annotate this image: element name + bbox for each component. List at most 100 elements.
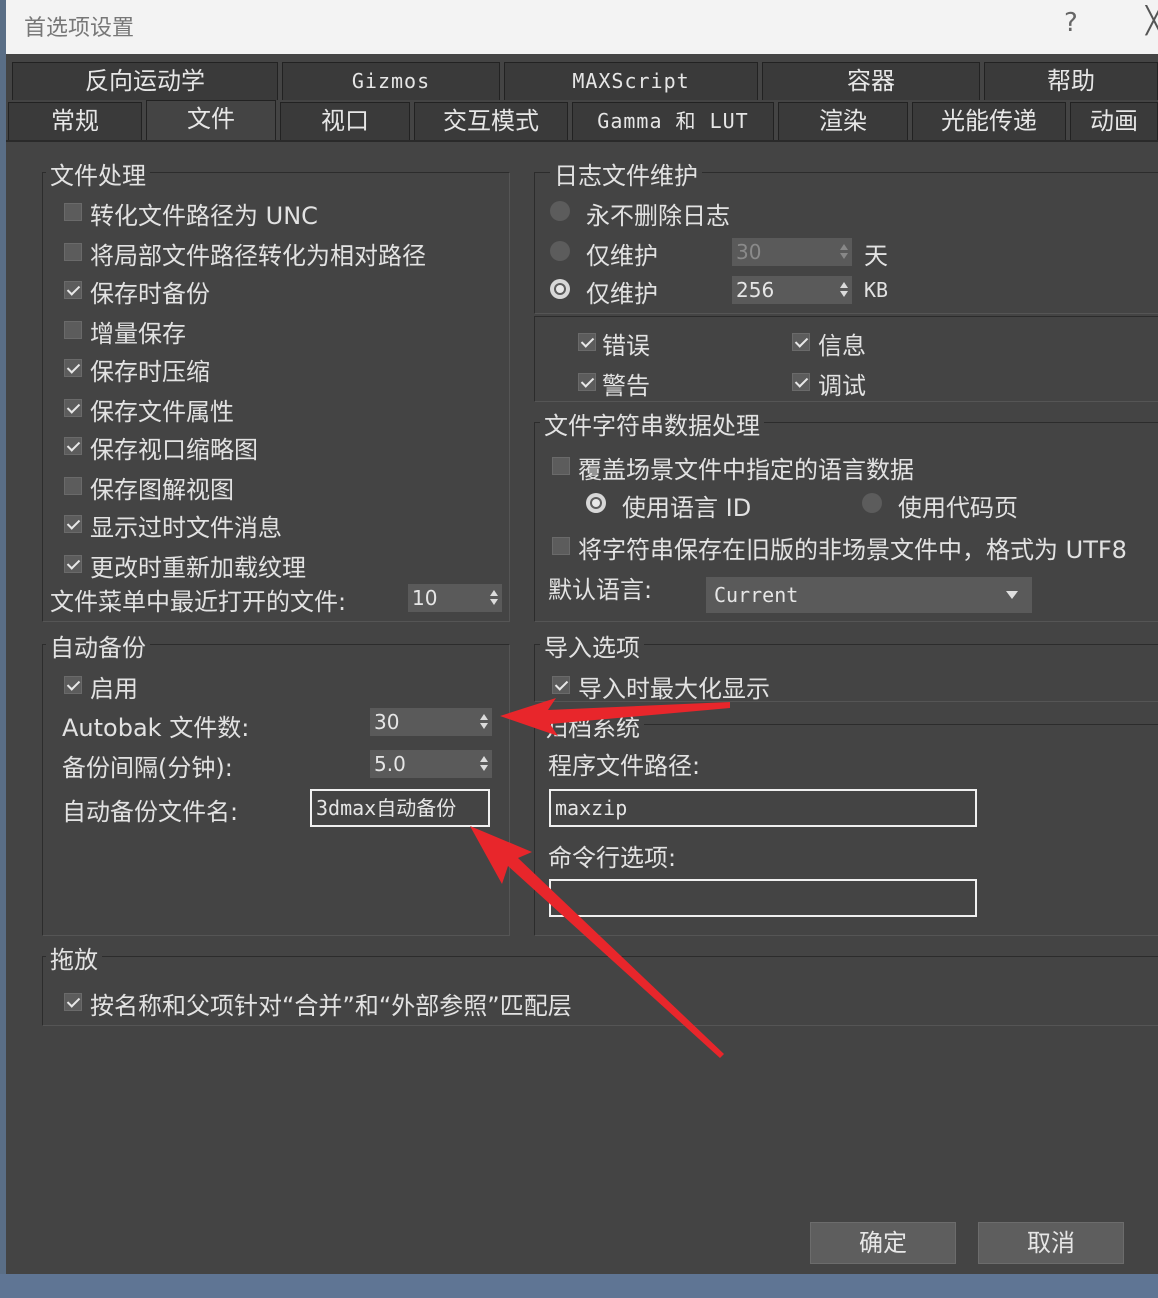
tab-ik[interactable]: 反向运动学	[12, 62, 278, 100]
label-save-viewport-thumbnail: 保存视口缩略图	[90, 436, 258, 464]
log-maintenance-title: 日志文件维护	[550, 156, 702, 191]
label-relative-paths: 将局部文件路径转化为相对路径	[90, 242, 426, 270]
desktop-background	[0, 1274, 1158, 1298]
keep-kb-spinner[interactable]: 256	[732, 276, 852, 304]
checkbox-maximize-on-import[interactable]	[552, 676, 570, 694]
checkbox-legacy-utf8[interactable]	[552, 537, 570, 555]
backup-interval-value: 5.0	[374, 752, 406, 776]
checkbox-match-layers[interactable]	[64, 993, 82, 1011]
label-save-file-properties: 保存文件属性	[90, 398, 234, 426]
label-command-line: 命令行选项:	[548, 844, 677, 872]
tab-interaction-mode[interactable]: 交互模式	[414, 102, 568, 140]
checkbox-incremental-save[interactable]	[64, 321, 82, 339]
radio-use-language-id[interactable]	[586, 493, 606, 513]
label-reload-textures: 更改时重新加载纹理	[90, 554, 306, 582]
checkbox-autobackup-enable[interactable]	[64, 676, 82, 694]
label-incremental-save: 增量保存	[90, 320, 186, 348]
window-title: 首选项设置	[24, 16, 135, 41]
tab-radiosity[interactable]: 光能传递	[912, 102, 1066, 140]
keep-days-value: 30	[736, 240, 762, 264]
tab-gizmos[interactable]: Gizmos	[282, 62, 500, 100]
ok-button[interactable]: 确定	[810, 1222, 956, 1264]
checkbox-save-file-properties[interactable]	[64, 399, 82, 417]
cancel-button[interactable]: 取消	[978, 1222, 1124, 1264]
tab-gamma-lut[interactable]: Gamma 和 LUT	[572, 102, 774, 140]
help-icon[interactable]: ?	[1064, 8, 1078, 38]
file-handling-title: 文件处理	[46, 156, 150, 191]
program-path-input[interactable]: maxzip	[549, 789, 977, 827]
checkbox-relative-paths[interactable]	[64, 243, 82, 261]
drag-drop-title: 拖放	[46, 940, 102, 975]
radio-keep-days[interactable]	[550, 241, 570, 261]
label-log-error: 错误	[602, 332, 650, 360]
label-maximize-on-import: 导入时最大化显示	[578, 675, 770, 703]
tab-containers[interactable]: 容器	[762, 62, 980, 100]
checkbox-unc[interactable]	[64, 203, 82, 221]
tab-divider	[6, 140, 1158, 142]
tab-files[interactable]: 文件	[146, 100, 276, 142]
checkbox-override-language[interactable]	[552, 457, 570, 475]
tab-general[interactable]: 常规	[8, 102, 142, 140]
autobackup-filename-input[interactable]: 3dmax自动备份	[310, 789, 490, 827]
checkbox-compress-on-save[interactable]	[64, 359, 82, 377]
label-days-unit: 天	[864, 242, 888, 270]
command-line-input[interactable]	[549, 879, 977, 917]
checkbox-show-obsolete-message[interactable]	[64, 515, 82, 533]
label-compress-on-save: 保存时压缩	[90, 358, 210, 386]
label-use-language-id: 使用语言 ID	[622, 494, 752, 522]
label-legacy-utf8: 将字符串保存在旧版的非场景文件中，格式为 UTF8	[578, 536, 1127, 564]
tab-help[interactable]: 帮助	[984, 62, 1158, 100]
checkbox-log-warning[interactable]	[578, 373, 596, 391]
label-backup-on-save: 保存时备份	[90, 280, 210, 308]
spinner-arrows-icon[interactable]	[478, 753, 490, 775]
checkbox-log-info[interactable]	[792, 333, 810, 351]
keep-days-spinner[interactable]: 30	[732, 238, 852, 266]
keep-kb-value: 256	[736, 278, 775, 302]
radio-use-codepage[interactable]	[862, 493, 882, 513]
radio-keep-kb[interactable]	[550, 279, 570, 299]
checkbox-log-debug[interactable]	[792, 373, 810, 391]
tab-animation[interactable]: 动画	[1070, 102, 1158, 140]
label-log-info: 信息	[818, 332, 866, 360]
checkbox-save-schematic-view[interactable]	[64, 477, 82, 495]
label-keep-kb: 仅维护	[586, 280, 658, 308]
close-icon[interactable]: ╳	[1146, 6, 1158, 36]
spinner-arrows-icon[interactable]	[488, 587, 500, 609]
label-save-schematic-view: 保存图解视图	[90, 476, 234, 504]
dropdown-arrow-icon[interactable]	[1006, 591, 1018, 599]
checkbox-backup-on-save[interactable]	[64, 281, 82, 299]
tab-rendering[interactable]: 渲染	[778, 102, 908, 140]
checkbox-save-viewport-thumbnail[interactable]	[64, 437, 82, 455]
label-log-debug: 调试	[818, 372, 866, 400]
label-show-obsolete-message: 显示过时文件消息	[90, 514, 282, 542]
autobak-count-value: 30	[374, 710, 400, 734]
checkbox-log-error[interactable]	[578, 333, 596, 351]
label-autobackup-filename: 自动备份文件名:	[62, 798, 239, 826]
label-recent-files: 文件菜单中最近打开的文件:	[50, 588, 347, 616]
autobak-count-spinner[interactable]: 30	[370, 708, 492, 736]
import-options-title: 导入选项	[540, 628, 644, 663]
backup-interval-spinner[interactable]: 5.0	[370, 750, 492, 778]
checkbox-reload-textures[interactable]	[64, 555, 82, 573]
label-unc: 转化文件路径为 UNC	[90, 202, 318, 230]
spinner-arrows-icon[interactable]	[838, 279, 850, 301]
spinner-arrows-icon[interactable]	[478, 711, 490, 733]
label-kb-unit: KB	[864, 278, 889, 302]
spinner-arrows-icon[interactable]	[838, 241, 850, 263]
string-data-title: 文件字符串数据处理	[540, 406, 764, 441]
label-log-warning: 警告	[602, 372, 650, 400]
tab-maxscript[interactable]: MAXScript	[504, 62, 758, 100]
default-language-select[interactable]: Current	[706, 577, 1032, 613]
label-backup-interval: 备份间隔(分钟):	[62, 754, 233, 782]
title-bar: 首选项设置 ? ╳	[6, 0, 1158, 54]
archive-system-title: 归档系统	[540, 708, 644, 743]
default-language-value: Current	[714, 583, 799, 607]
label-default-language: 默认语言:	[548, 576, 653, 604]
tab-viewports[interactable]: 视口	[280, 102, 410, 140]
label-autobak-count: Autobak 文件数:	[62, 714, 250, 742]
radio-never-delete[interactable]	[550, 201, 570, 221]
label-use-codepage: 使用代码页	[898, 494, 1018, 522]
recent-files-spinner[interactable]: 10	[408, 584, 502, 612]
label-never-delete: 永不删除日志	[586, 202, 730, 230]
label-autobackup-enable: 启用	[90, 675, 138, 703]
